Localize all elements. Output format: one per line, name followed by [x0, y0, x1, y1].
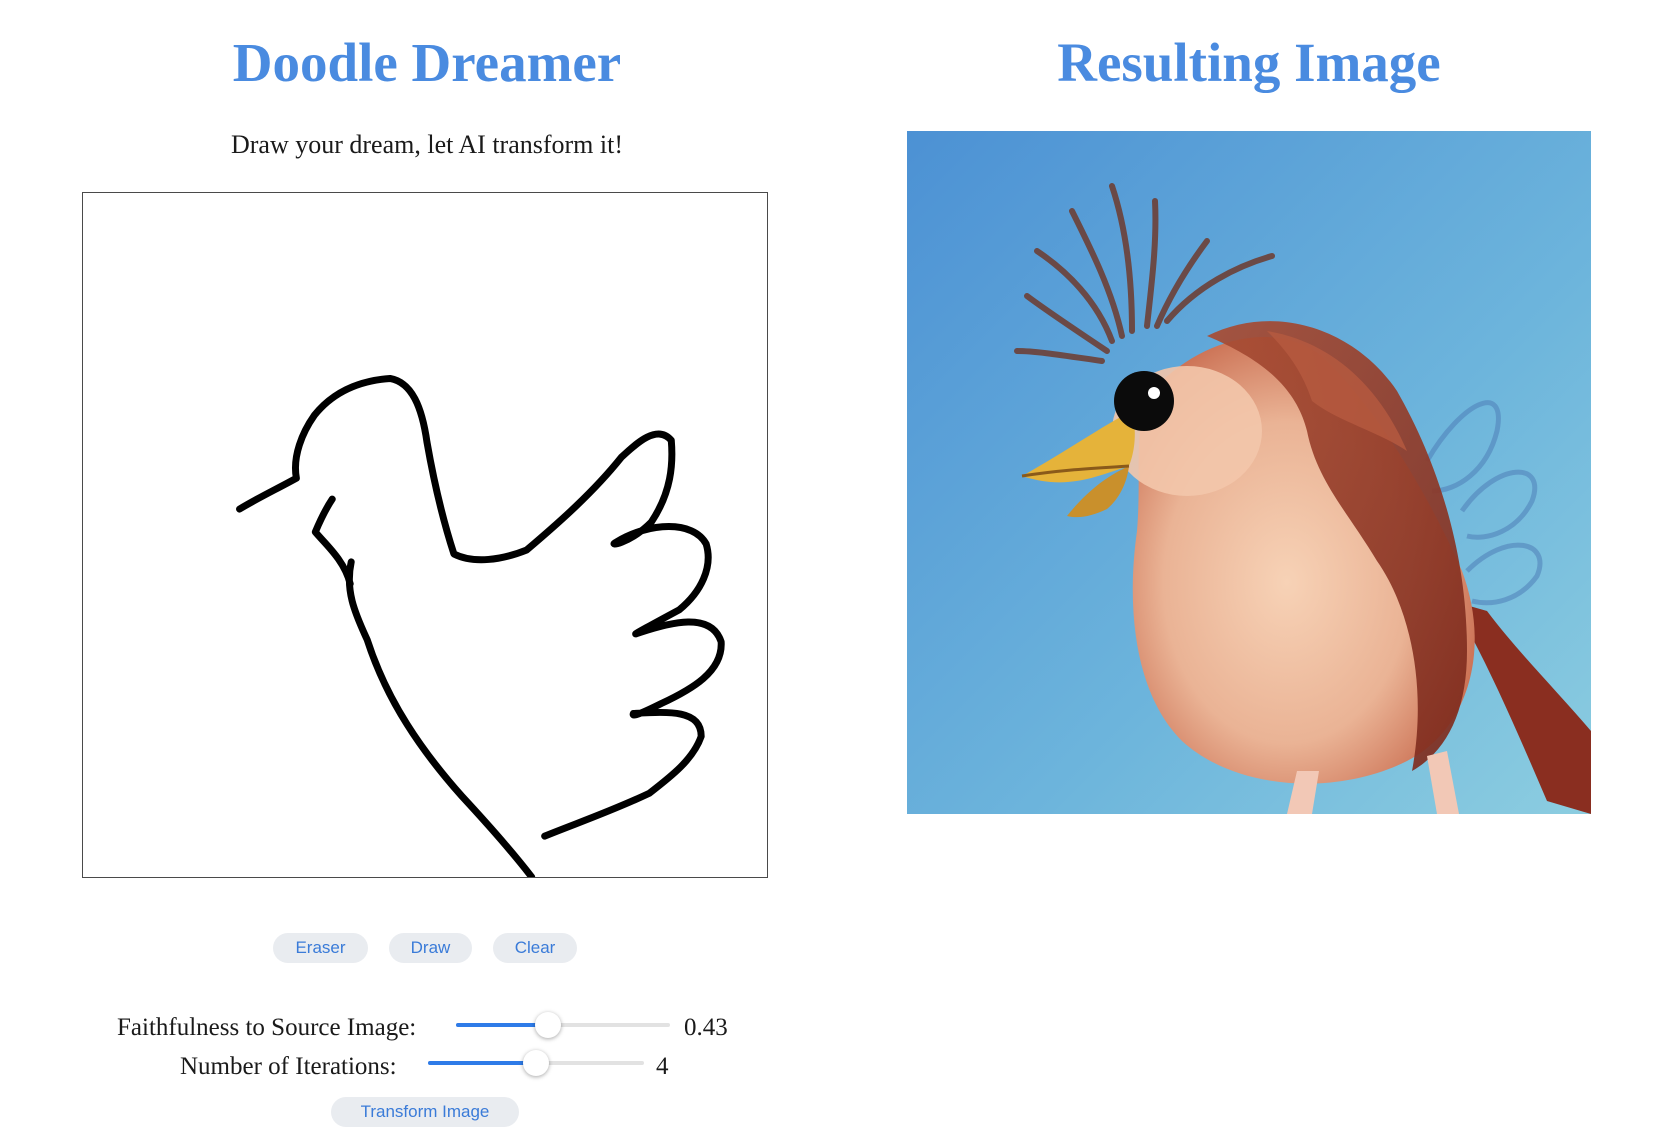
slider-thumb[interactable] [523, 1050, 549, 1076]
resulting-image-title: Resulting Image [1057, 32, 1441, 93]
transform-image-button[interactable]: Transform Image [331, 1097, 519, 1127]
slider-fill [428, 1061, 536, 1065]
drawing-canvas[interactable] [82, 192, 768, 878]
clear-button[interactable]: Clear [493, 933, 577, 963]
eraser-button[interactable]: Eraser [273, 933, 368, 963]
doodle-dreamer-title: Doodle Dreamer [232, 32, 622, 93]
subtitle: Draw your dream, let AI transform it! [230, 130, 624, 159]
iterations-label: Number of Iterations: [180, 1053, 397, 1080]
iterations-value: 4 [656, 1053, 669, 1080]
iterations-slider[interactable] [428, 1050, 644, 1076]
draw-button[interactable]: Draw [389, 933, 472, 963]
faithfulness-label: Faithfulness to Source Image: [117, 1014, 417, 1041]
faithfulness-slider[interactable] [456, 1012, 670, 1038]
bird-doodle-sketch [236, 374, 725, 877]
faithfulness-value: 0.43 [684, 1014, 728, 1041]
result-image [907, 131, 1591, 814]
bird-painting [907, 131, 1591, 814]
slider-thumb[interactable] [535, 1012, 562, 1038]
